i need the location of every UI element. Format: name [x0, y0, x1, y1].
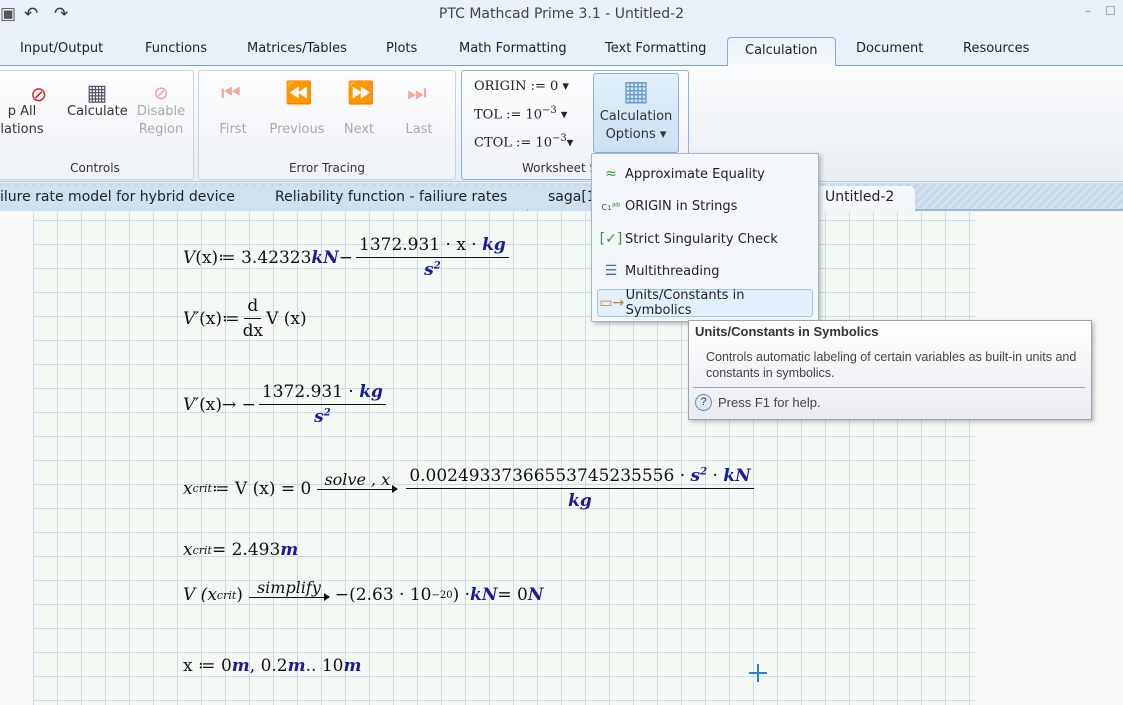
group-label: Error Tracing	[288, 161, 366, 175]
menu-item-strict-singularity-check[interactable]: [✓] Strict Singularity Check	[597, 225, 813, 253]
tab-functions[interactable]: Functions	[145, 41, 207, 56]
menu-item-multithreading[interactable]: ☰ Multithreading	[597, 257, 813, 285]
worksheet-grid	[33, 212, 976, 705]
previous-button[interactable]: ⏪ Previous	[267, 71, 327, 141]
worksheet[interactable]	[0, 212, 1123, 705]
tab-document[interactable]: Document	[856, 41, 923, 56]
calculation-options-icon: ▦	[622, 74, 650, 107]
stop-icon: ⊘	[30, 82, 47, 106]
stop-all-calculations-button[interactable]: ⊘ p All lations	[0, 82, 47, 139]
multithreading-icon: ☰	[604, 263, 618, 279]
origin-strings-icon: c₁ᵃᵇ	[601, 199, 621, 213]
math-region-derivative-definition[interactable]: V′ (x) ≔ d dx V (x)	[183, 296, 307, 341]
tab-resources[interactable]: Resources	[963, 41, 1029, 56]
calculate-button[interactable]: ▦ Calculate	[67, 81, 128, 121]
maximize-icon[interactable]: ☐	[1105, 4, 1116, 18]
math-region-xcrit-eval[interactable]: x crit = 2.493 m	[183, 540, 298, 560]
last-icon: ⏭	[407, 81, 427, 106]
document-tabs: ilure rate model for hybrid device Relia…	[0, 183, 1123, 211]
approx-icon: ≈	[605, 166, 617, 182]
last-button[interactable]: ⏭ Last	[399, 71, 439, 141]
doc-tab-failure-rate[interactable]: ilure rate model for hybrid device	[0, 186, 255, 211]
group-label: Controls	[70, 161, 120, 175]
tab-text-formatting[interactable]: Text Formatting	[605, 41, 706, 56]
minimize-icon[interactable]: –	[1085, 4, 1091, 18]
first-button[interactable]: ⏮ First	[211, 71, 255, 141]
ctol-setting[interactable]: CTOL := 10−3▾	[474, 133, 573, 150]
disable-region-button[interactable]: ⊘ Disable Region	[135, 85, 187, 139]
calculator-icon: ▦	[86, 81, 108, 106]
math-region-v-definition[interactable]: V (x) ≔ 3.42323 kN − 1372.931 · x · kg s2	[183, 235, 512, 280]
tooltip-help: Press F1 for help.	[718, 395, 821, 410]
ribbon: ⊘ p All lations ▦ Calculate ⊘ Disable Re…	[0, 66, 1123, 182]
first-icon: ⏮	[221, 81, 241, 106]
singularity-icon: [✓]	[599, 231, 623, 247]
tooltip: Units/Constants in Symbolics Controls au…	[688, 320, 1092, 420]
tab-matrices-tables[interactable]: Matrices/Tables	[247, 41, 347, 56]
doc-tab-untitled-2[interactable]: Untitled-2	[805, 186, 915, 211]
error-tracing-group: ⏮ First ⏪ Previous ⏩ Next ⏭ Last Error Traci…	[198, 70, 456, 180]
math-region-solve[interactable]: x crit ≔ V (x) = 0 solve , x 0.0024933736…	[183, 466, 757, 511]
previous-icon: ⏪	[285, 81, 313, 106]
title-bar: ▣ ↶ ↷ PTC Mathcad Prime 3.1 - Untitled-2…	[0, 0, 1123, 30]
tab-plots[interactable]: Plots	[386, 41, 417, 56]
calculation-options-button[interactable]: ▦ Calculation Options ▾	[593, 73, 679, 153]
help-icon: ?	[695, 394, 712, 411]
tab-input-output[interactable]: Input/Output	[20, 41, 103, 56]
next-button[interactable]: ⏩ Next	[339, 71, 379, 141]
doc-tab-reliability[interactable]: Reliability function - failiure rates	[255, 186, 528, 211]
tab-calculation[interactable]: Calculation	[727, 37, 836, 67]
ribbon-tabs: Input/Output Functions Matrices/Tables P…	[0, 30, 1123, 67]
menu-item-origin-in-strings[interactable]: c₁ᵃᵇ ORIGIN in Strings	[597, 192, 813, 220]
disable-region-icon: ⊘	[153, 83, 169, 104]
math-region-range[interactable]: x ≔ 0 m, 0.2 m .. 10 m	[183, 656, 361, 676]
tooltip-title: Units/Constants in Symbolics	[695, 324, 879, 339]
math-region-derivative-eval[interactable]: V′ (x) → − 1372.931 · kg s2	[183, 382, 389, 427]
controls-group: ⊘ p All lations ▦ Calculate ⊘ Disable Re…	[0, 70, 194, 180]
tol-setting[interactable]: TOL := 10−3 ▾	[474, 105, 567, 122]
tooltip-body: Controls automatic labeling of certain v…	[706, 350, 1077, 380]
insertion-cursor	[749, 664, 767, 682]
calculation-options-menu: ≈ Approximate Equality c₁ᵃᵇ ORIGIN in Stri…	[591, 153, 819, 322]
origin-setting[interactable]: ORIGIN := 0 ▾	[474, 79, 569, 94]
window-title: PTC Mathcad Prime 3.1 - Untitled-2	[438, 6, 685, 22]
menu-item-approximate-equality[interactable]: ≈ Approximate Equality	[597, 160, 813, 188]
next-icon: ⏩	[347, 81, 375, 106]
tab-math-formatting[interactable]: Math Formatting	[459, 41, 567, 56]
units-icon: ▭→	[599, 295, 625, 311]
math-region-simplify[interactable]: V (x crit) simplify −(2.63 · 10 −20) · kN …	[183, 578, 543, 605]
menu-item-units-constants-in-symbolics[interactable]: ▭→ Units/Constants in Symbolics	[597, 288, 813, 318]
